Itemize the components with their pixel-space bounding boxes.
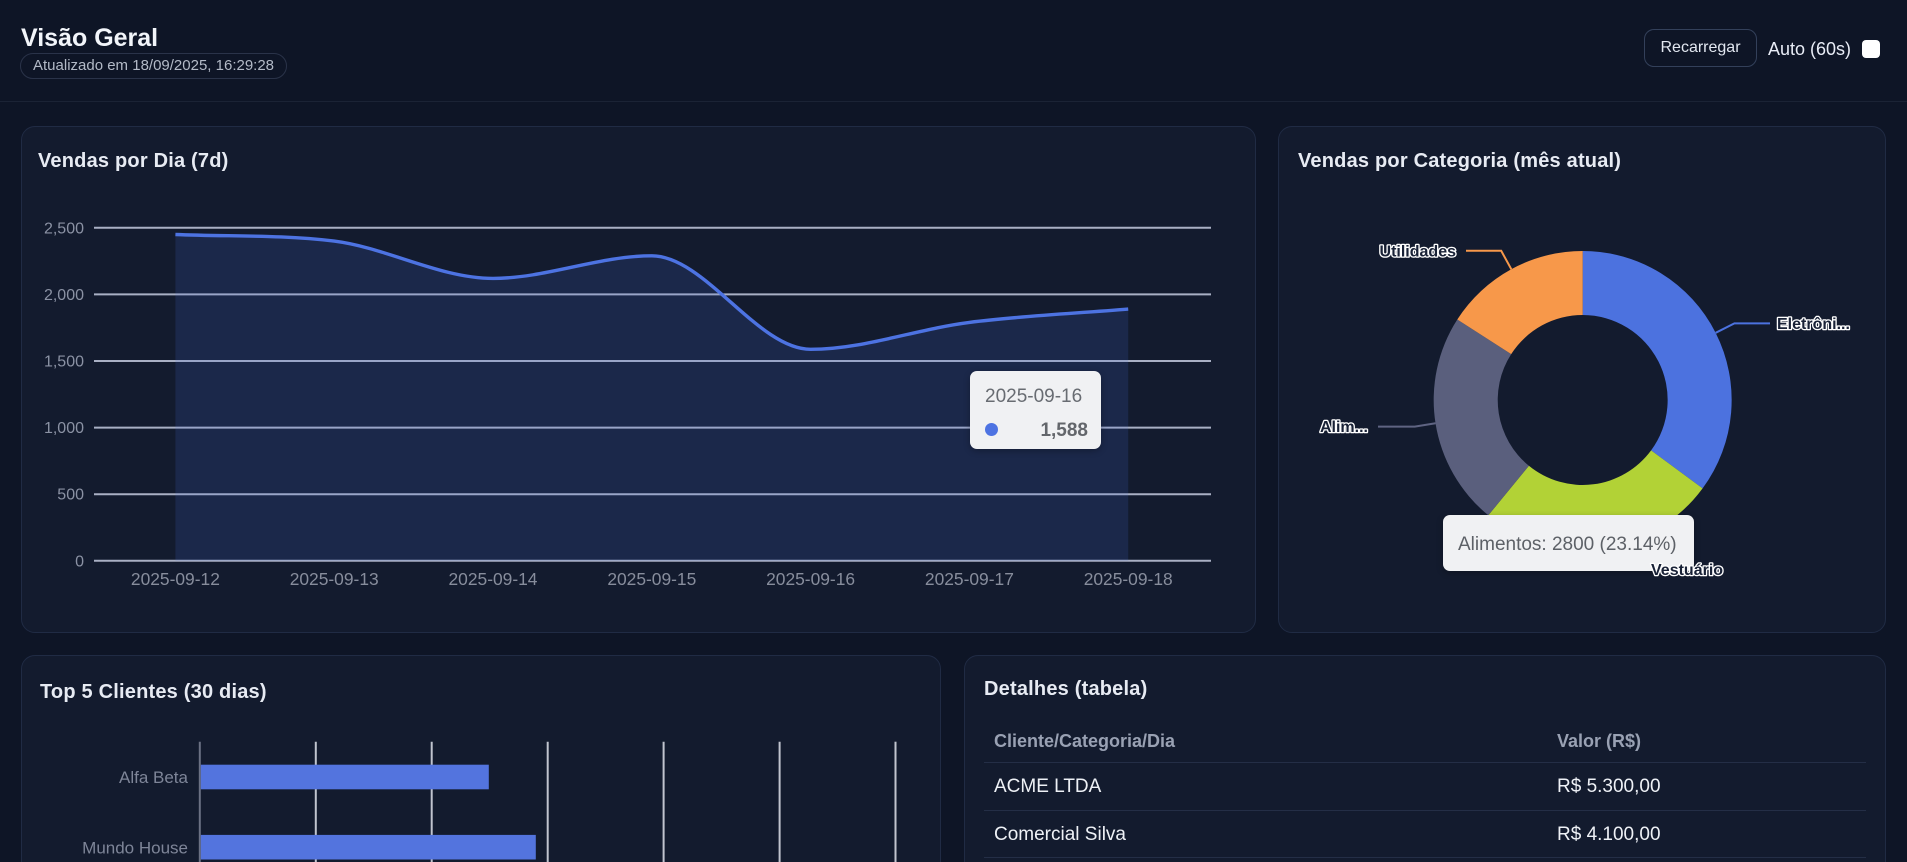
svg-text:2,000: 2,000 [44, 287, 84, 304]
svg-text:2025-09-13: 2025-09-13 [290, 569, 379, 589]
svg-text:1,500: 1,500 [44, 354, 84, 371]
svg-text:2,500: 2,500 [44, 220, 84, 237]
svg-text:Mundo House: Mundo House [82, 838, 188, 857]
svg-text:500: 500 [57, 487, 84, 504]
svg-text:2025-09-16: 2025-09-16 [766, 569, 855, 589]
svg-text:2025-09-12: 2025-09-12 [131, 569, 220, 589]
svg-text:Alfa Beta: Alfa Beta [119, 768, 189, 787]
svg-text:2025-09-14: 2025-09-14 [449, 569, 538, 589]
svg-text:0: 0 [75, 553, 84, 570]
svg-text:Vestuário: Vestuário [1651, 562, 1723, 579]
svg-text:1,000: 1,000 [44, 420, 84, 437]
svg-text:2025-09-15: 2025-09-15 [607, 569, 696, 589]
svg-text:2025-09-18: 2025-09-18 [1084, 569, 1173, 589]
svg-text:2025-09-17: 2025-09-17 [925, 569, 1014, 589]
